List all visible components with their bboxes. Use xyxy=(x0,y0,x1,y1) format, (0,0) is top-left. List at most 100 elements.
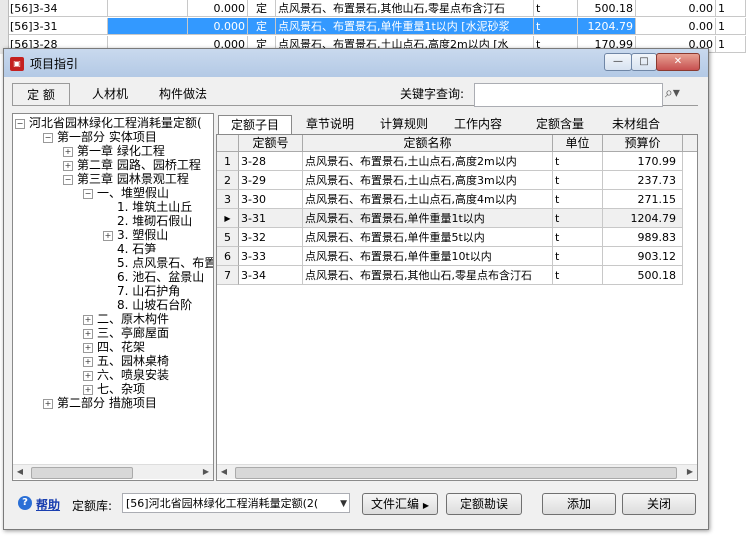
tree-node-label: 第一部分 实体项目 xyxy=(57,130,157,144)
table-row[interactable]: 7 3-34 点风景石、布置景石,其他山石,零星点布含汀石 t 500.18 xyxy=(217,266,697,285)
minimize-button[interactable]: — xyxy=(604,53,632,71)
table-row-current[interactable]: ▶ 3-31 点风景石、布置景石,单件重量1t以内 t 1204.79 xyxy=(217,209,697,228)
cell-name: 点风景石、布置景石,其他山石,零星点布含汀石 xyxy=(276,0,534,17)
scroll-right-icon[interactable]: ▶ xyxy=(199,465,213,479)
scroll-thumb[interactable] xyxy=(31,467,133,479)
expander-icon[interactable]: + xyxy=(63,147,73,157)
help-link[interactable]: 帮助 xyxy=(36,496,60,513)
tab-calc-rules[interactable]: 计算规则 xyxy=(368,115,440,133)
expander-icon[interactable]: − xyxy=(15,119,25,129)
tab-quota[interactable]: 定 额 xyxy=(12,83,70,106)
header-code[interactable]: 定额号 xyxy=(239,135,303,151)
help-icon[interactable]: ? xyxy=(18,496,32,510)
tree-node[interactable]: 4. 石笋 xyxy=(117,242,156,256)
file-compile-button[interactable]: 文件汇编 ▶ xyxy=(362,493,438,515)
expander-icon[interactable]: + xyxy=(83,385,93,395)
cell-qty: 0.00 xyxy=(636,0,716,17)
grid-header: 定额号 定额名称 单位 预算价 xyxy=(217,135,697,152)
cell-price: 500.18 xyxy=(603,266,683,285)
tree-node-label: 3. 塑假山 xyxy=(117,228,169,242)
expander-icon[interactable]: − xyxy=(63,175,73,185)
triangle-right-icon: ▶ xyxy=(422,501,429,510)
scroll-left-icon[interactable]: ◀ xyxy=(217,465,231,479)
cell-qty: 0.00 xyxy=(636,18,716,35)
tree-node[interactable]: 6. 池石、盆景山 xyxy=(117,270,204,284)
keyword-search-input[interactable] xyxy=(474,83,663,107)
tree-node-label: 五、园林桌椅 xyxy=(97,354,170,368)
quota-errata-button[interactable]: 定额勘误 xyxy=(446,493,522,515)
tree-node-label: 四、花架 xyxy=(97,340,146,354)
tab-quota-content[interactable]: 定额含量 xyxy=(524,115,596,133)
table-row[interactable]: [56]3-31 0.000 定 点风景石、布置景石,单件重量1t以内 [水泥砂… xyxy=(0,18,746,36)
cell-price: 237.73 xyxy=(603,171,683,190)
expander-icon[interactable]: + xyxy=(83,315,93,325)
tab-materials[interactable]: 人材机 xyxy=(82,83,138,105)
tree-node[interactable]: 5. 点风景石、布置景石 xyxy=(117,256,213,270)
cell-price: 903.12 xyxy=(603,247,683,266)
table-row[interactable]: [56]3-34 0.000 定 点风景石、布置景石,其他山石,零星点布含汀石 … xyxy=(0,0,746,18)
tab-work-content[interactable]: 工作内容 xyxy=(442,115,514,133)
tab-chapter-notes[interactable]: 章节说明 xyxy=(294,115,366,133)
tree-node-label: 第三章 园林景观工程 xyxy=(77,172,189,186)
cell-name: 点风景石、布置景石,土山点石,高度4m以内 xyxy=(303,190,553,209)
expander-icon[interactable]: + xyxy=(43,399,53,409)
tree-node-label: 三、亭廊屋面 xyxy=(97,326,170,340)
cell-name: 点风景石、布置景石,单件重量5t以内 xyxy=(303,228,553,247)
window-title: 项目指引 xyxy=(30,57,79,71)
tree-node[interactable]: 1. 堆筑土山丘 xyxy=(117,200,192,214)
title-bar[interactable]: ▣ 项目指引 — □ ✕ xyxy=(4,49,708,77)
cell-price: 989.83 xyxy=(603,228,683,247)
header-rownum xyxy=(217,135,239,151)
row-index: 5 xyxy=(217,228,239,247)
table-row[interactable]: 1 3-28 点风景石、布置景石,土山点石,高度2m以内 t 170.99 xyxy=(217,152,697,171)
cell-code: 3-30 xyxy=(239,190,303,209)
cell-unit: t xyxy=(553,171,603,190)
scroll-thumb[interactable] xyxy=(235,467,677,479)
scroll-left-icon[interactable]: ◀ xyxy=(13,465,27,479)
tab-material-combo[interactable]: 未材组合 xyxy=(600,115,672,133)
table-row[interactable]: 5 3-32 点风景石、布置景石,单件重量5t以内 t 989.83 xyxy=(217,228,697,247)
tab-component-method[interactable]: 构件做法 xyxy=(148,83,218,105)
expander-icon[interactable]: + xyxy=(83,357,93,367)
current-row-arrow-icon: ▶ xyxy=(217,209,239,228)
tree-horizontal-scrollbar[interactable]: ◀ ▶ xyxy=(13,464,213,479)
expander-icon[interactable]: + xyxy=(103,231,113,241)
row-index: 1 xyxy=(217,152,239,171)
cell-no: 1 xyxy=(716,36,746,53)
cell-no: 1 xyxy=(716,0,746,17)
header-name[interactable]: 定额名称 xyxy=(303,135,553,151)
table-row[interactable]: 3 3-30 点风景石、布置景石,土山点石,高度4m以内 t 271.15 xyxy=(217,190,697,209)
expander-icon[interactable]: + xyxy=(63,161,73,171)
cell-name: 点风景石、布置景石,单件重量1t以内 xyxy=(303,209,553,228)
tree-node[interactable]: 8. 山坡石台阶 xyxy=(117,298,192,312)
cell-code: [56]3-34 xyxy=(8,0,108,17)
header-unit[interactable]: 单位 xyxy=(553,135,603,151)
tree-node[interactable]: 2. 堆砌石假山 xyxy=(117,214,192,228)
cell-type: 定 xyxy=(248,0,276,17)
header-price[interactable]: 预算价 xyxy=(603,135,683,151)
tab-quota-items[interactable]: 定额子目 xyxy=(218,115,292,134)
scroll-right-icon[interactable]: ▶ xyxy=(683,465,697,479)
expander-icon[interactable]: − xyxy=(43,133,53,143)
expander-icon[interactable]: + xyxy=(83,343,93,353)
grid-horizontal-scrollbar[interactable]: ◀ ▶ xyxy=(217,464,697,479)
chevron-down-icon[interactable]: ▼ xyxy=(340,494,347,512)
binoculars-search-icon[interactable]: ⌕▾ xyxy=(665,85,680,101)
close-dialog-button[interactable]: 关闭 xyxy=(622,493,696,515)
cell-code: [56]3-31 xyxy=(8,18,108,35)
maximize-button[interactable]: □ xyxy=(631,53,657,71)
quota-grid[interactable]: 定额号 定额名称 单位 预算价 1 3-28 点风景石、布置景石,土山点石,高度… xyxy=(216,134,698,481)
tree-node[interactable]: 7. 山石护角 xyxy=(117,284,180,298)
expander-icon[interactable]: + xyxy=(83,329,93,339)
project-guide-dialog: ▣ 项目指引 — □ ✕ 定 额 人材机 构件做法 关键字查询: ⌕▾ − 河北省… xyxy=(3,48,709,530)
cell-unit: t xyxy=(553,190,603,209)
table-row[interactable]: 6 3-33 点风景石、布置景石,单件重量10t以内 t 903.12 xyxy=(217,247,697,266)
expander-icon[interactable]: + xyxy=(83,371,93,381)
row-index: 2 xyxy=(217,171,239,190)
add-button[interactable]: 添加 xyxy=(542,493,616,515)
chapter-tree[interactable]: − 河北省园林绿化工程消耗量定额( − 第一部分 实体项目 + 第一章 绿化工程 + 第… xyxy=(12,113,214,481)
expander-icon[interactable]: − xyxy=(83,189,93,199)
quota-library-select[interactable]: [56]河北省园林绿化工程消耗量定额(2( ▼ xyxy=(122,493,350,513)
close-button[interactable]: ✕ xyxy=(656,53,700,71)
table-row[interactable]: 2 3-29 点风景石、布置景石,土山点石,高度3m以内 t 237.73 xyxy=(217,171,697,190)
